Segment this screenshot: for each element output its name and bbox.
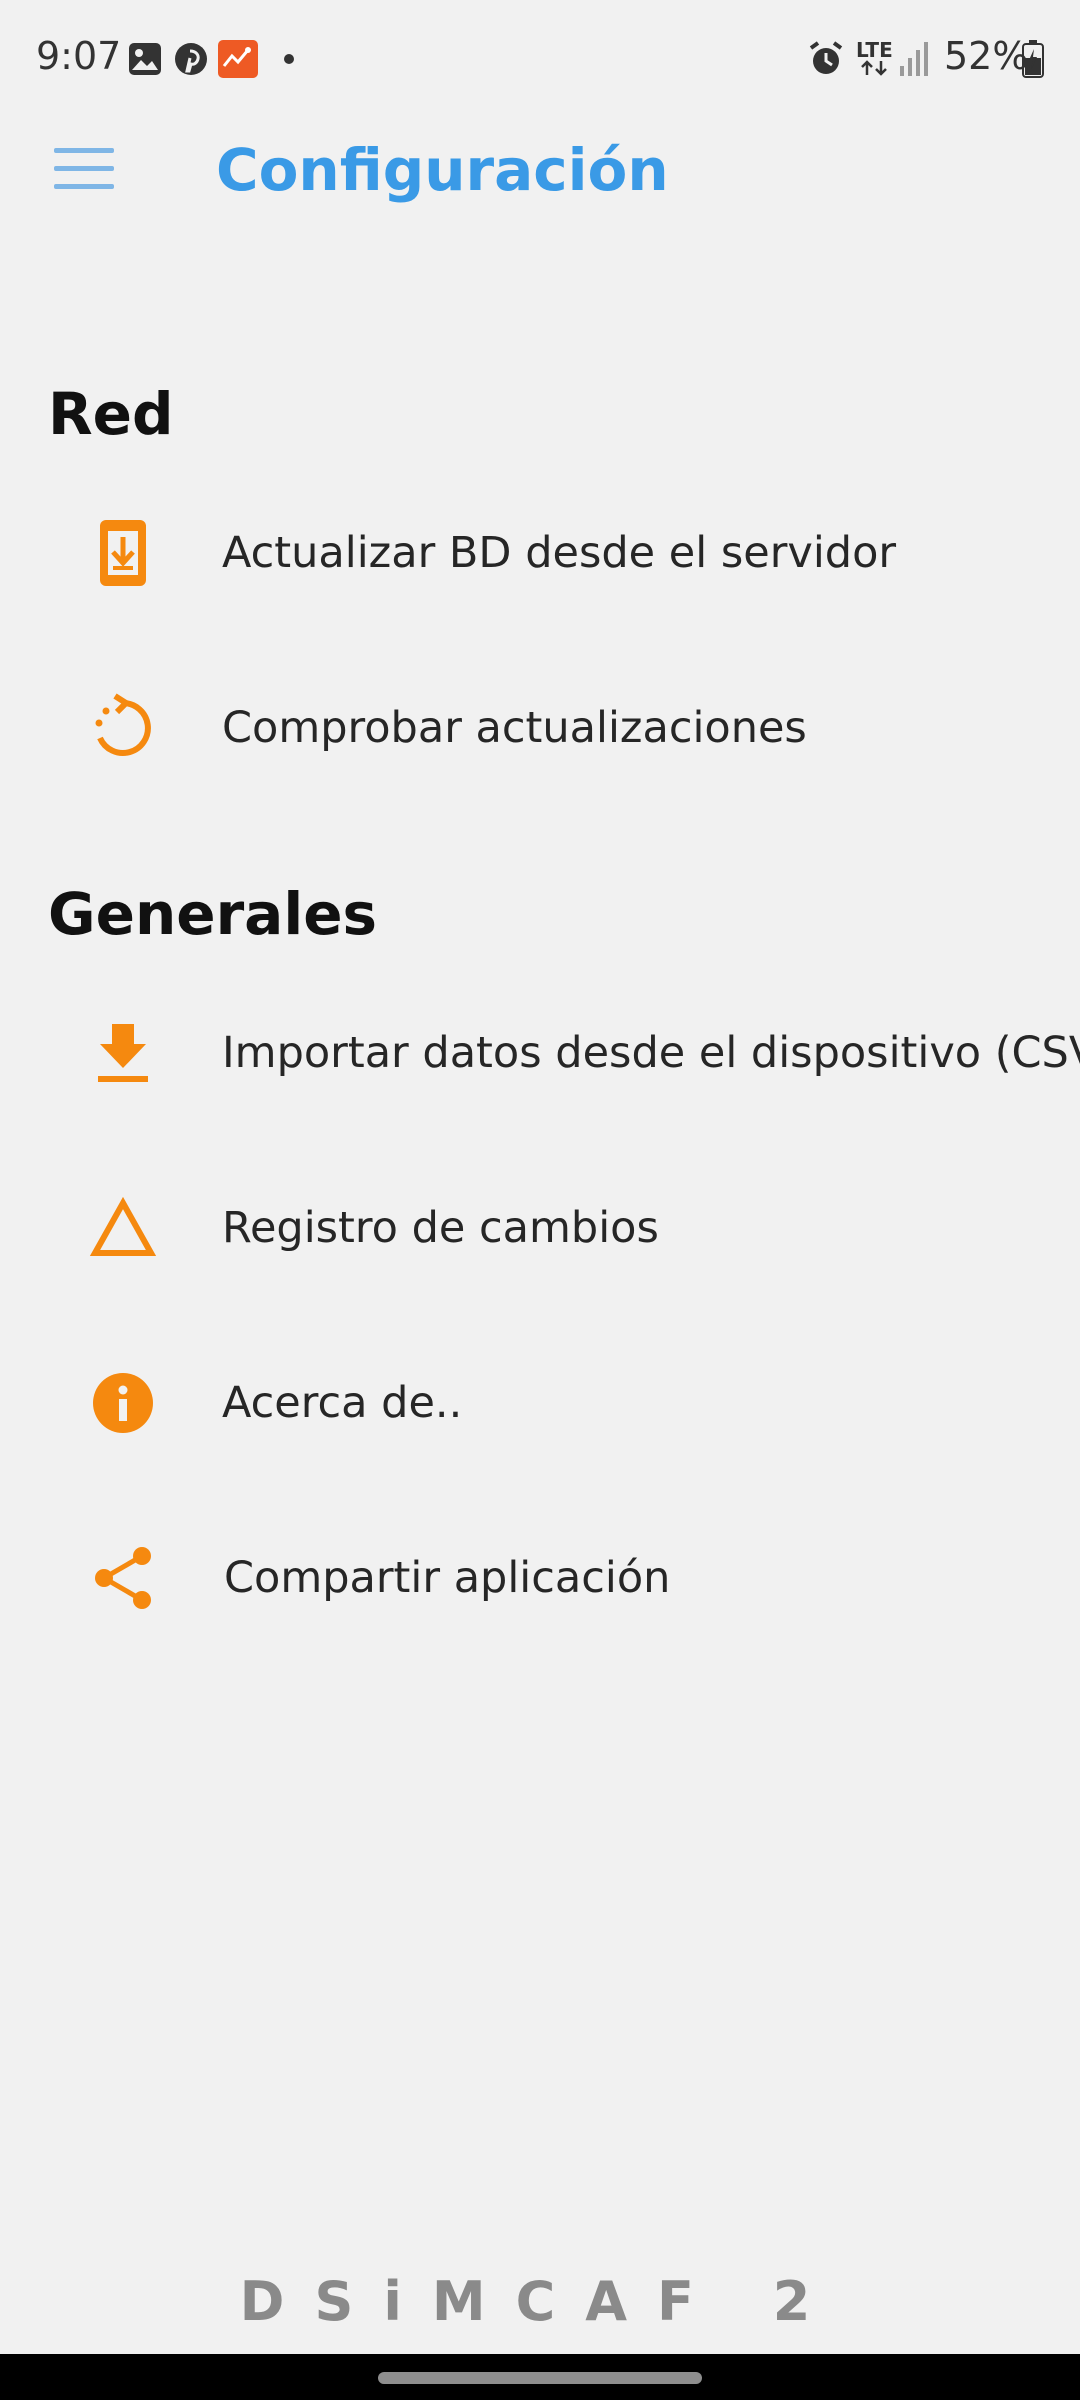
setting-label: Compartir aplicación bbox=[224, 1553, 671, 1603]
setting-label: Registro de cambios bbox=[222, 1203, 659, 1253]
setting-label: Comprobar actualizaciones bbox=[222, 703, 807, 753]
hamburger-line bbox=[54, 184, 114, 189]
status-bar: 9:07 LTE 52% bbox=[0, 0, 1080, 120]
pinterest-notification-icon bbox=[175, 43, 207, 75]
check-updates-item[interactable]: Comprobar actualizaciones bbox=[0, 653, 1080, 803]
setting-label: Actualizar BD desde el servidor bbox=[222, 528, 897, 578]
phone-download-icon bbox=[100, 520, 146, 586]
status-time: 9:07 bbox=[36, 34, 122, 78]
update-db-from-server-item[interactable]: Actualizar BD desde el servidor bbox=[0, 478, 1080, 628]
changelog-item[interactable]: Registro de cambios bbox=[0, 1153, 1080, 1303]
hamburger-line bbox=[54, 148, 114, 153]
section-header-generales: Generales bbox=[48, 880, 378, 948]
share-icon bbox=[95, 1547, 151, 1609]
data-arrows-icon bbox=[861, 60, 887, 76]
setting-label: Acerca de.. bbox=[222, 1378, 463, 1428]
battery-charging-icon bbox=[1022, 40, 1044, 78]
import-csv-item[interactable]: Importar datos desde el dispositivo (CSV… bbox=[0, 978, 1080, 1128]
more-notifications-dot-icon bbox=[284, 54, 294, 64]
info-icon bbox=[93, 1373, 153, 1433]
navigation-menu-button[interactable] bbox=[54, 148, 114, 192]
refresh-icon bbox=[95, 693, 151, 756]
about-item[interactable]: Acerca de.. bbox=[0, 1328, 1080, 1478]
system-navigation-bar bbox=[0, 2354, 1080, 2400]
network-type-label: LTE bbox=[856, 38, 893, 62]
download-icon bbox=[98, 1024, 148, 1082]
hamburger-line bbox=[54, 166, 114, 171]
delta-icon bbox=[89, 1196, 157, 1256]
section-header-red: Red bbox=[48, 380, 174, 448]
app-brand-footer: DSiMCAF 2 bbox=[239, 2270, 841, 2333]
signal-strength-icon bbox=[900, 42, 928, 76]
alarm-icon bbox=[809, 41, 843, 74]
gallery-notification-icon bbox=[129, 43, 161, 75]
share-app-item[interactable]: Compartir aplicación bbox=[0, 1503, 1080, 1653]
app-notification-icon bbox=[218, 40, 258, 78]
home-gesture-handle[interactable] bbox=[378, 2372, 702, 2384]
battery-percentage: 52% bbox=[944, 34, 1029, 78]
setting-label: Importar datos desde el dispositivo (CSV… bbox=[222, 1028, 1080, 1078]
page-title: Configuración bbox=[216, 136, 669, 204]
